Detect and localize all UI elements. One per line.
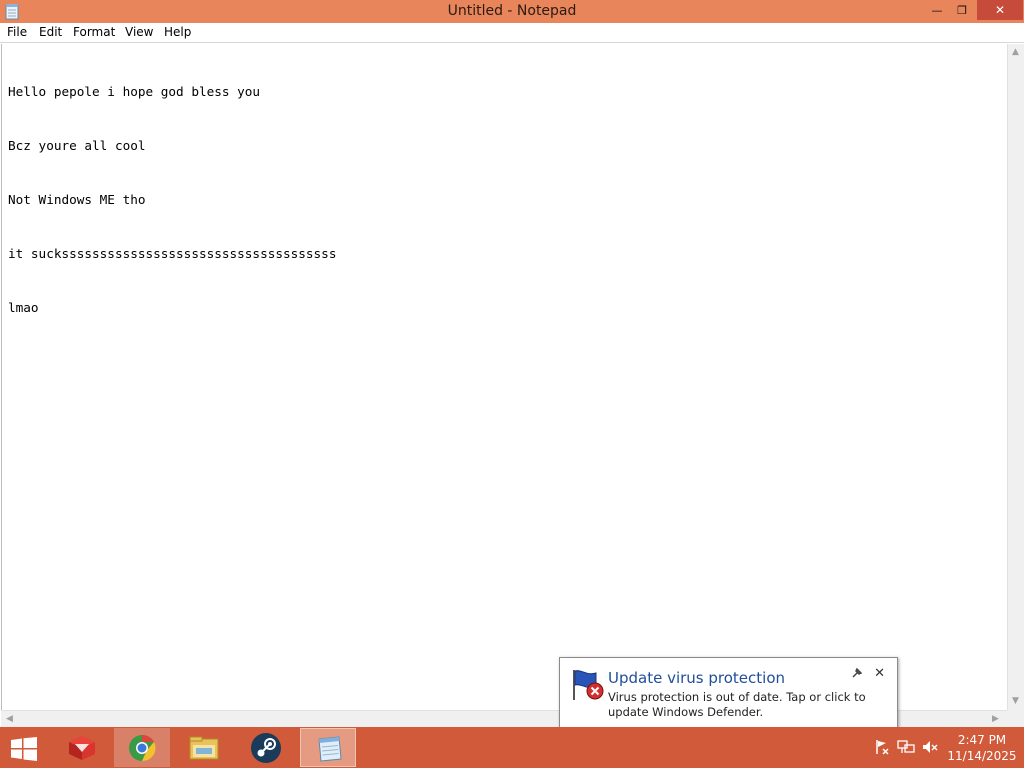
defender-tray-icon[interactable] bbox=[874, 739, 890, 755]
taskbar-steam[interactable] bbox=[238, 728, 294, 767]
window-title: Untitled - Notepad bbox=[447, 3, 577, 19]
scroll-down-icon[interactable]: ▼ bbox=[1012, 696, 1019, 706]
defender-notification[interactable]: Update virus protection Virus protection… bbox=[559, 657, 898, 729]
taskbar-file-explorer[interactable] bbox=[176, 728, 232, 767]
app-icon bbox=[69, 736, 95, 760]
notepad-icon bbox=[318, 736, 342, 762]
menu-view[interactable]: View bbox=[125, 23, 153, 42]
editor-content[interactable]: Hello pepole i hope god bless you Bcz yo… bbox=[8, 47, 336, 353]
defender-flag-icon bbox=[573, 670, 604, 700]
menu-help[interactable]: Help bbox=[164, 23, 191, 42]
menu-format[interactable]: Format bbox=[73, 23, 115, 42]
restore-button[interactable]: ❐ bbox=[950, 0, 974, 21]
menu-edit[interactable]: Edit bbox=[39, 23, 62, 42]
editor-line: lmao bbox=[8, 300, 39, 315]
steam-icon bbox=[251, 733, 281, 763]
file-explorer-icon bbox=[189, 736, 219, 760]
chrome-icon bbox=[129, 734, 156, 762]
taskbar-app-1[interactable] bbox=[54, 728, 110, 767]
system-clock[interactable]: 2:47 PM 11/14/2025 bbox=[944, 732, 1020, 764]
settings-wrench-icon[interactable] bbox=[851, 667, 863, 679]
editor-line: it sucksssssssssssssssssssssssssssssssss… bbox=[8, 246, 337, 261]
notification-close-icon[interactable]: ✕ bbox=[874, 666, 885, 681]
notification-title: Update virus protection bbox=[608, 669, 786, 687]
volume-muted-icon[interactable] bbox=[921, 739, 939, 755]
start-icon bbox=[11, 737, 37, 761]
text-editor[interactable]: Hello pepole i hope god bless you Bcz yo… bbox=[1, 44, 1008, 710]
menu-file[interactable]: File bbox=[7, 23, 27, 42]
taskbar-notepad[interactable] bbox=[300, 728, 356, 767]
size-grip[interactable] bbox=[1007, 710, 1024, 727]
editor-line: Hello pepole i hope god bless you bbox=[8, 84, 261, 99]
start-button[interactable] bbox=[0, 728, 48, 767]
scroll-up-icon[interactable]: ▲ bbox=[1012, 47, 1019, 57]
editor-line: Not Windows ME tho bbox=[8, 192, 146, 207]
editor-line: Bcz youre all cool bbox=[8, 138, 146, 153]
title-bar: Untitled - Notepad — ❐ ✕ bbox=[0, 0, 1024, 23]
taskbar bbox=[0, 727, 1024, 768]
close-icon: ✕ bbox=[994, 3, 1006, 17]
menu-bar: File Edit Format View Help bbox=[0, 23, 1024, 43]
scroll-right-icon[interactable]: ▶ bbox=[992, 714, 999, 724]
clock-time: 2:47 PM bbox=[957, 733, 1007, 747]
taskbar-chrome[interactable] bbox=[114, 728, 170, 767]
network-icon[interactable] bbox=[897, 739, 915, 755]
clock-date: 11/14/2025 bbox=[947, 749, 1017, 763]
scroll-left-icon[interactable]: ◀ bbox=[6, 714, 13, 724]
close-button[interactable]: ✕ bbox=[977, 0, 1023, 20]
vertical-scrollbar[interactable]: ▲ ▼ bbox=[1007, 44, 1024, 710]
notification-body: Virus protection is out of date. Tap or … bbox=[608, 690, 866, 719]
minimize-button[interactable]: — bbox=[925, 0, 949, 21]
